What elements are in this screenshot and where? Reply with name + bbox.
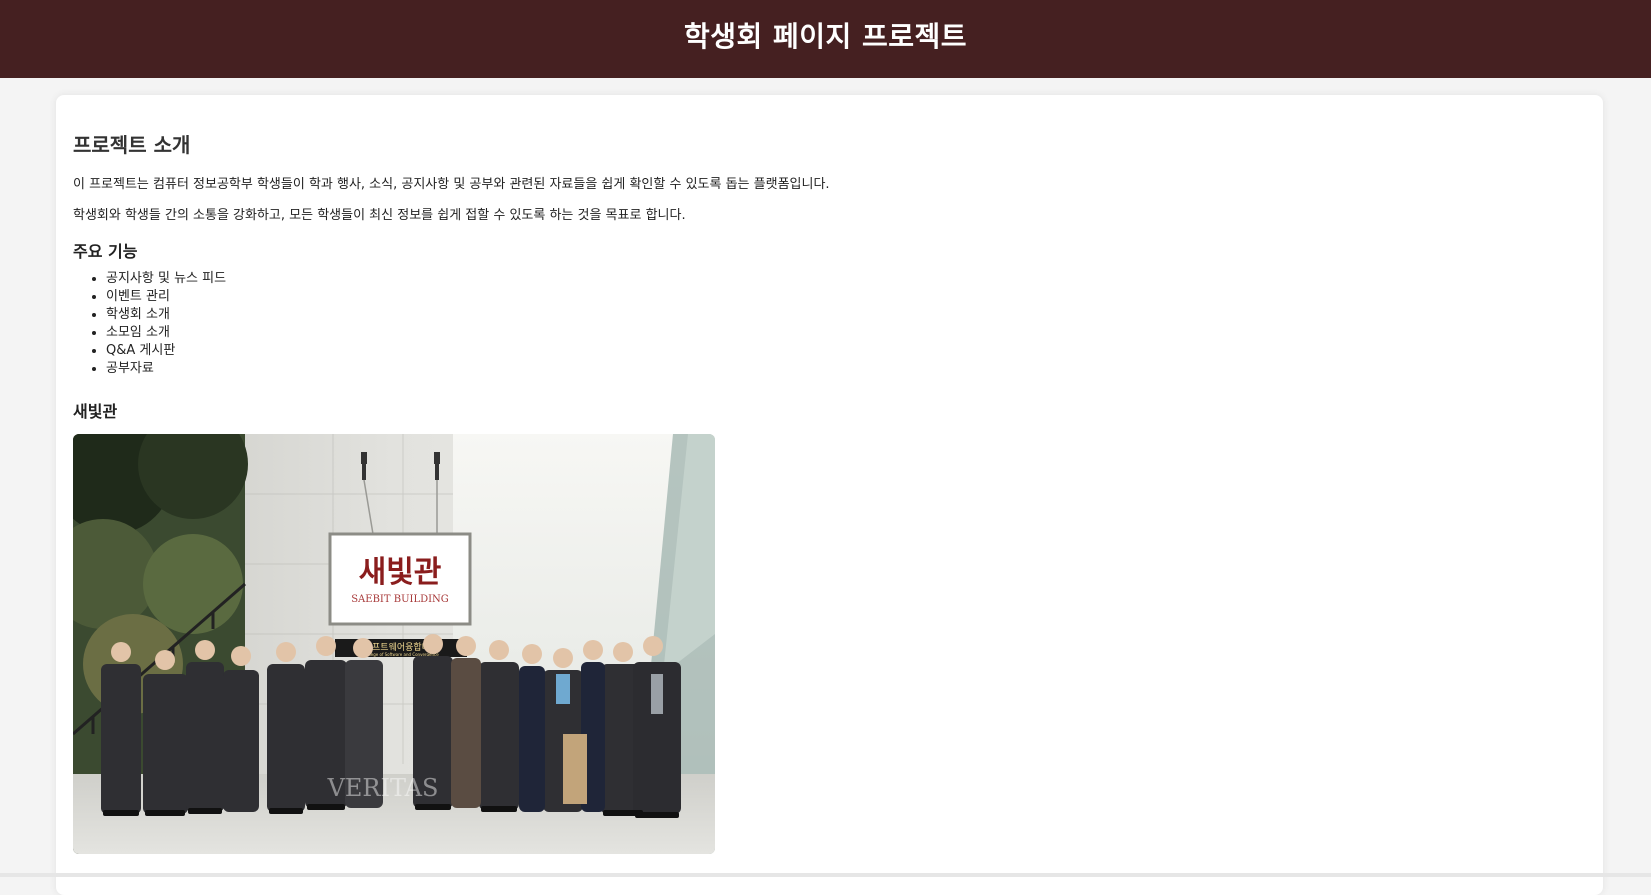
feature-item: Q&A 게시판 — [106, 342, 226, 360]
section-title-intro: 프로젝트 소개 — [73, 133, 191, 157]
intro-paragraph-2: 학생회와 학생들 간의 소통을 강화하고, 모든 학생들이 최신 정보를 쉽게 … — [73, 208, 686, 223]
watermark-text: VERITAS — [327, 774, 439, 802]
content-card: 프로젝트 소개 이 프로젝트는 컴퓨터 정보공학부 학생들이 학과 행사, 소식… — [56, 95, 1603, 895]
feature-item: 공부자료 — [106, 360, 226, 378]
feature-item: 이벤트 관리 — [106, 288, 226, 306]
page-header: 학생회 페이지 프로젝트 — [0, 0, 1651, 78]
feature-list: 공지사항 및 뉴스 피드 이벤트 관리 학생회 소개 소모임 소개 Q&A 게시… — [73, 270, 226, 378]
intro-paragraph-1: 이 프로젝트는 컴퓨터 정보공학부 학생들이 학과 행사, 소식, 공지사항 및… — [73, 177, 830, 192]
feature-item: 소모임 소개 — [106, 324, 226, 342]
section-title-features: 주요 기능 — [73, 242, 138, 261]
sign-korean-text: 새빛관 — [359, 555, 442, 590]
page-title: 학생회 페이지 프로젝트 — [683, 20, 968, 53]
feature-item: 학생회 소개 — [106, 306, 226, 324]
building-photo: 새빛관 SAEBIT BUILDING 소프트웨어융합대학 College of… — [73, 434, 715, 854]
bottom-edge — [0, 873, 1651, 877]
section-title-building: 새빛관 — [73, 402, 118, 421]
sign-english-text: SAEBIT BUILDING — [351, 594, 449, 605]
feature-item: 공지사항 및 뉴스 피드 — [106, 270, 226, 288]
